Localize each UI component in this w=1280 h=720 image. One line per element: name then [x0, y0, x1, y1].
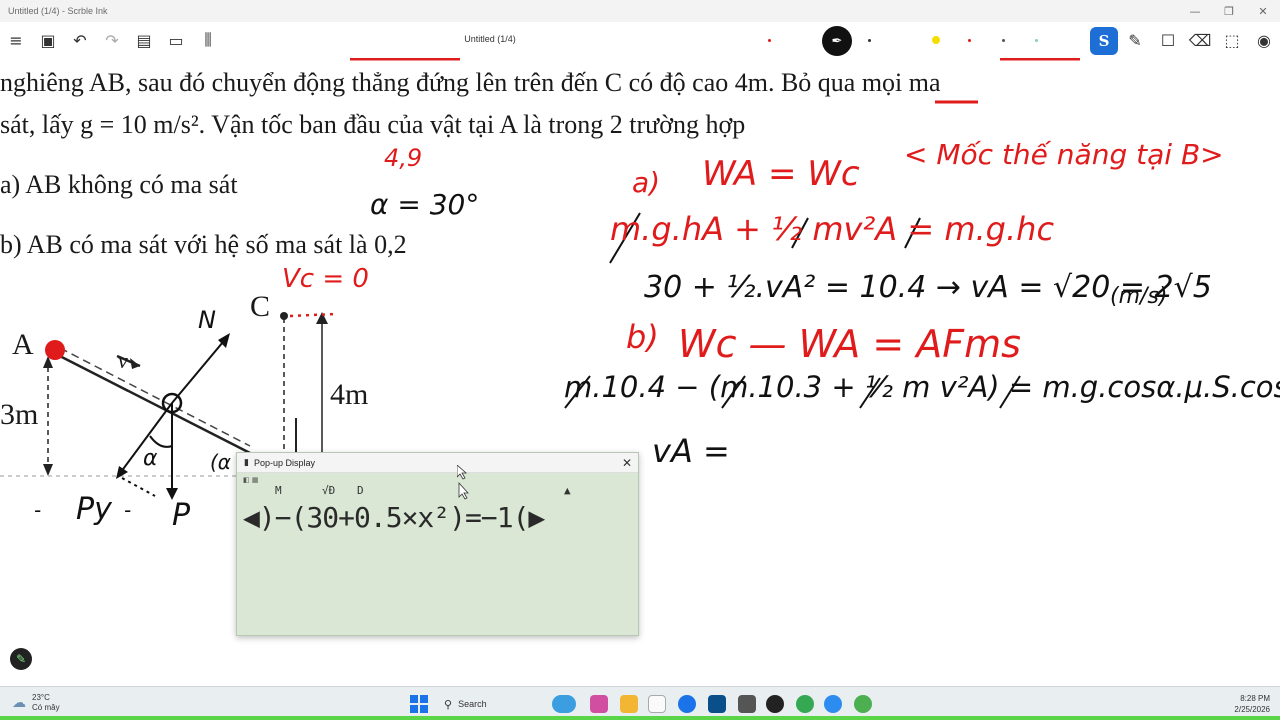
diagram-label-py: Py — [76, 492, 112, 527]
taskbar-accent-strip — [0, 716, 1280, 720]
hw-work-equation: Wc — WA = AFms — [678, 322, 1021, 366]
diagram-label-4m: 4m — [330, 378, 369, 411]
document-title: Untitled (1/4) — [464, 34, 516, 44]
hw-va-equals: vA = — [652, 432, 730, 470]
undo-icon[interactable]: ↶ — [69, 29, 91, 51]
diagram-label-c: C — [250, 290, 271, 323]
diagram-label-alpha-2: (α — [210, 450, 231, 474]
diagram-label-p: P — [172, 498, 191, 533]
popup-app-icon: ▮ — [244, 457, 249, 468]
shape-icon[interactable]: ☐ — [1157, 29, 1179, 51]
ruler-icon[interactable]: ✎ — [1124, 29, 1146, 51]
diagram-dash-2: - — [124, 498, 132, 522]
select-icon[interactable]: ⬚ — [1221, 29, 1243, 51]
window-title: Untitled (1/4) - Scrble Ink — [8, 6, 108, 16]
save-icon[interactable]: ▣ — [37, 29, 59, 51]
diagram-label-alpha: α — [143, 446, 158, 471]
calculator-status-bar: M √Ð D ▲ — [237, 475, 638, 499]
view-icon[interactable]: ◉ — [1253, 29, 1275, 51]
calculator-expression: ◀)−(30+0.5×x²)=−1(▶ — [243, 501, 545, 534]
start-button[interactable] — [410, 695, 428, 713]
hw-wa-wc: WA = Wc — [702, 154, 860, 194]
redo-icon[interactable]: ↷ — [101, 29, 123, 51]
popup-title: Pop-up Display — [253, 457, 315, 468]
problem-line-2: sát, lấy g = 10 m/s². Vận tốc ban đầu củ… — [0, 110, 746, 139]
window-controls: — ❐ ✕ — [1178, 0, 1280, 22]
diagram-label-3m: 3m — [0, 398, 39, 431]
weather-description: Có mây — [32, 703, 60, 712]
taskbar-search[interactable]: ⚲ Search — [436, 692, 536, 716]
status-math-mode: √Ð — [322, 484, 336, 497]
mouse-cursor-icon — [457, 465, 469, 500]
problem-line-4: b) AB có ma sát với hệ số ma sát là 0,2 — [0, 230, 407, 259]
clipboard-icon[interactable]: ▤ — [133, 29, 155, 51]
taskbar-app-copilot[interactable] — [590, 695, 608, 713]
hw-friction-equation: m.10.4 − (m.10.3 + ½ m v²A) = m.g.cosα.μ… — [564, 370, 1280, 404]
highlighter-yellow-dot[interactable] — [932, 36, 940, 44]
taskbar-app-dark[interactable] — [766, 695, 784, 713]
popup-close-icon[interactable]: ✕ — [622, 456, 632, 470]
window-titlebar: Untitled (1/4) - Scrble Ink — ❐ ✕ — [0, 0, 1280, 22]
popup-titlebar[interactable]: ▮ Pop-up Display ✕ — [237, 453, 638, 473]
search-label: Search — [458, 699, 487, 709]
weather-widget[interactable]: ☁ 23°C Có mây — [12, 693, 60, 713]
floating-pen-button[interactable]: ✎ — [10, 648, 32, 670]
taskbar-app-folder[interactable] — [620, 695, 638, 713]
hw-unit: (m/s) — [1110, 284, 1168, 309]
status-memory: M — [275, 484, 282, 497]
hw-a-label: a) — [632, 166, 661, 199]
taskbar-app-zalo-2[interactable] — [824, 695, 842, 713]
taskbar-app-zalo[interactable] — [678, 695, 696, 713]
problem-line-1: nghiêng AB, sau đó chuyển động thẳng đứn… — [0, 68, 941, 97]
pen-small-dot[interactable] — [868, 39, 871, 42]
main-toolbar: ≡ ▣ ↶ ↷ ▤ ▭ ⫼ Untitled (1/4) — [0, 22, 1280, 58]
taskbar-app-widgets[interactable] — [552, 695, 576, 713]
pen-gray-dot[interactable] — [1002, 39, 1005, 42]
hw-energy-equation: m.g.hA + ½ mv²A = m.g.hc — [610, 210, 1055, 248]
pen-teal-dot[interactable] — [1035, 39, 1038, 42]
status-up-arrow-icon: ▲ — [564, 484, 571, 497]
weather-temperature: 23°C — [32, 693, 50, 702]
close-button[interactable]: ✕ — [1246, 0, 1280, 22]
taskbar-app-chrome-2[interactable] — [854, 695, 872, 713]
search-icon: ⚲ — [444, 697, 453, 711]
taskbar-app-document[interactable] — [648, 695, 666, 713]
minimize-button[interactable]: — — [1178, 0, 1212, 22]
s-tool-button[interactable]: S — [1090, 27, 1118, 55]
hw-alpha-30: α = 30° — [370, 188, 480, 221]
taskbar-app-chrome[interactable] — [796, 695, 814, 713]
diagram-dash-1: - — [34, 498, 42, 522]
cloud-icon: ☁ — [12, 695, 26, 711]
ink-canvas[interactable]: nghiêng AB, sau đó chuyển động thẳng đứn… — [0, 58, 1280, 686]
diagram-label-a: A — [12, 328, 34, 361]
popup-display-window[interactable]: ▮ Pop-up Display ✕ ◧ ▦ M √Ð D ▲ ◀)−(30+0… — [236, 452, 639, 636]
clock-time: 8:28 PM — [1240, 694, 1270, 703]
adjust-icon[interactable]: ⫼ — [197, 29, 219, 51]
page-icon[interactable]: ▭ — [165, 29, 187, 51]
pen-tool-icon[interactable]: ✒ — [822, 26, 852, 56]
status-degree: D — [357, 484, 364, 497]
pen-red-dot[interactable] — [768, 39, 771, 42]
problem-line-3: a) AB không có ma sát — [0, 170, 238, 199]
taskbar-app-snowflake[interactable] — [708, 695, 726, 713]
diagram-label-v: v — [118, 348, 128, 373]
pen-red-dot-2[interactable] — [968, 39, 971, 42]
taskbar-clock[interactable]: 8:28 PM 2/25/2026 — [1234, 693, 1270, 715]
clock-date: 2/25/2026 — [1234, 705, 1270, 714]
diagram-label-n: N — [198, 306, 216, 334]
eraser-icon[interactable]: ⌫ — [1189, 29, 1212, 51]
hw-vc-zero: Vc = 0 — [282, 264, 369, 294]
hw-reference: < Mốc thế năng tại B> — [904, 138, 1224, 171]
taskbar-app-tool[interactable] — [738, 695, 756, 713]
restore-button[interactable]: ❐ — [1212, 0, 1246, 22]
menu-icon[interactable]: ≡ — [5, 29, 27, 51]
hw-value-49: 4,9 — [384, 144, 423, 172]
hw-b-label: b) — [626, 318, 659, 356]
windows-taskbar: ☁ 23°C Có mây ⚲ Search 8:28 PM 2/25/2026 — [0, 686, 1280, 720]
